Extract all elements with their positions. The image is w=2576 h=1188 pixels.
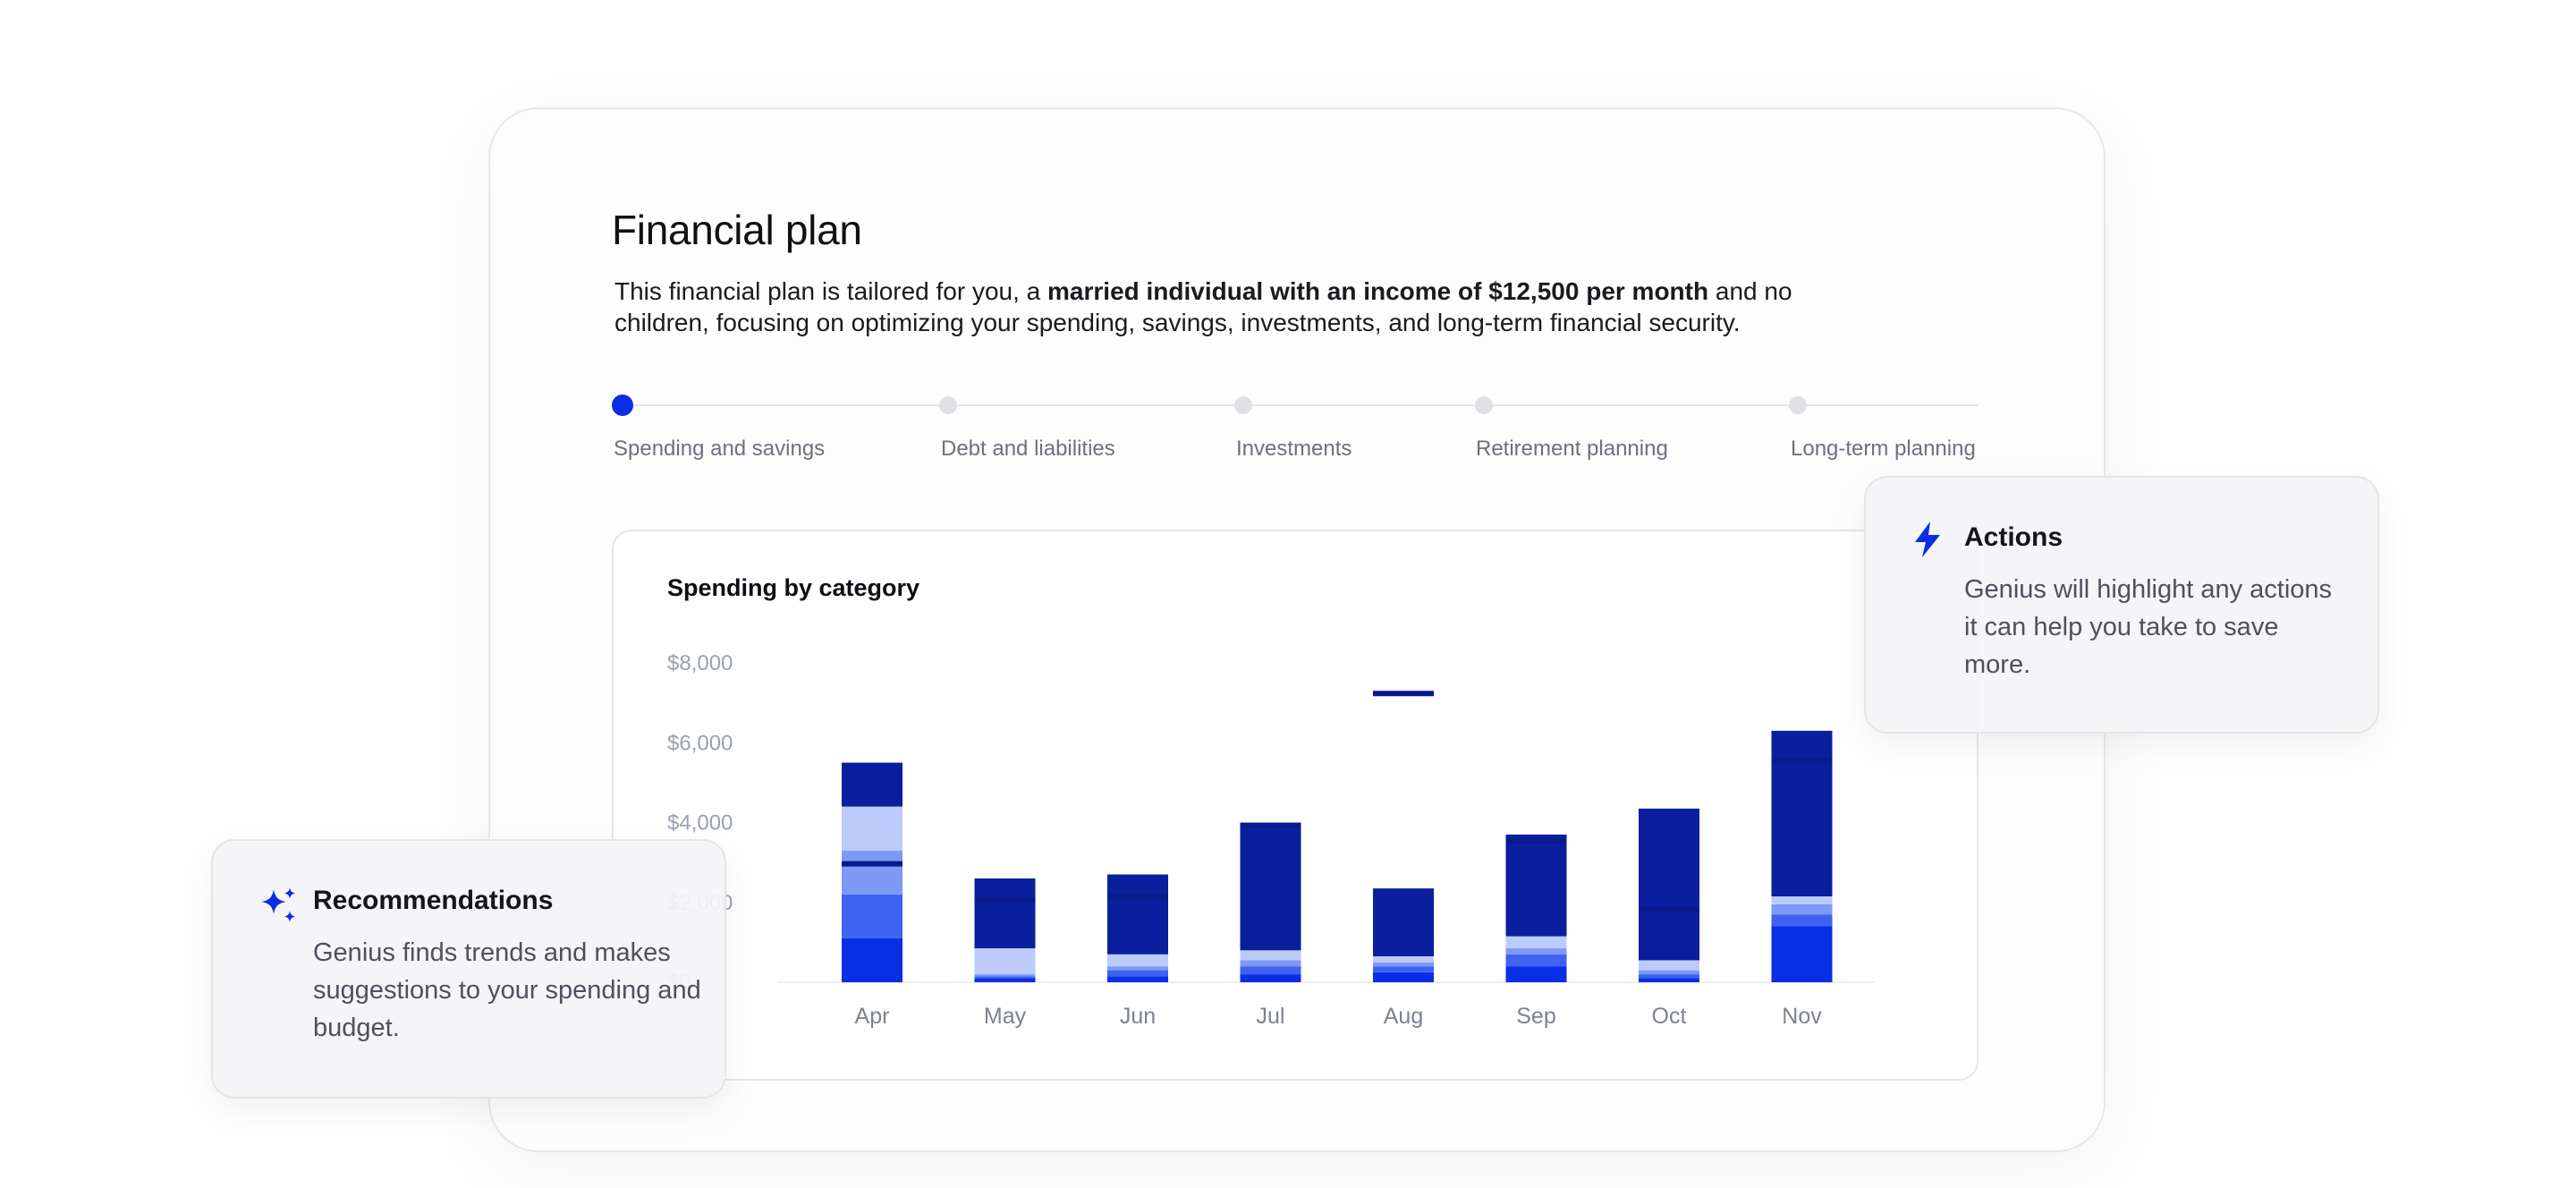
bar-segment-sep-2[interactable]: [1505, 948, 1567, 955]
bar-segment-sep-4[interactable]: [1505, 834, 1567, 937]
bar-segment-may-1[interactable]: [974, 976, 1036, 979]
bar-stripe-may: [974, 896, 1036, 903]
y-tick-label: $8,000: [667, 651, 733, 675]
bar-segment-jun-0[interactable]: [1107, 976, 1168, 982]
bar-segment-aug-2[interactable]: [1373, 962, 1434, 967]
bar-segment-oct-3[interactable]: [1639, 960, 1699, 971]
bar-segment-oct-1[interactable]: [1639, 974, 1699, 979]
bar-segment-aug-0[interactable]: [1373, 972, 1434, 982]
y-tick-label: $4,000: [667, 811, 733, 836]
bar-segment-may-4[interactable]: [974, 878, 1036, 949]
x-tick-label-sep: Sep: [1516, 1004, 1555, 1029]
x-tick-label-may: May: [984, 1004, 1027, 1029]
bar-stripe-apr: [842, 861, 902, 867]
x-tick-label-jun: Jun: [1120, 1004, 1156, 1029]
bar-stripe-aug: [1373, 691, 1434, 697]
bar-stripe-jul: [1240, 822, 1301, 828]
bar-segment-nov-3[interactable]: [1771, 896, 1833, 904]
bar-segment-aug-4[interactable]: [1373, 888, 1434, 956]
bar-segment-sep-3[interactable]: [1505, 936, 1567, 949]
bar-segment-may-0[interactable]: [974, 978, 1036, 982]
x-tick-label-aug: Aug: [1384, 1004, 1423, 1029]
bar-segment-sep-0[interactable]: [1505, 966, 1567, 982]
x-tick-label-nov: Nov: [1782, 1004, 1822, 1029]
lightning-bolt-icon: [1915, 522, 1940, 557]
bar-segment-jul-4[interactable]: [1240, 824, 1301, 951]
bar-segment-jul-2[interactable]: [1240, 960, 1301, 967]
bar-segment-jun-3[interactable]: [1107, 954, 1168, 967]
bar-segment-jun-2[interactable]: [1107, 966, 1168, 971]
bar-segment-jul-3[interactable]: [1240, 950, 1301, 961]
bar-segment-oct-4[interactable]: [1639, 808, 1699, 961]
bar-segment-sep-1[interactable]: [1505, 954, 1567, 967]
bar-segment-nov-1[interactable]: [1771, 914, 1833, 927]
x-tick-label-apr: Apr: [855, 1004, 890, 1029]
recommendations-tooltip: Recommendations Genius finds trends and …: [211, 839, 726, 1099]
bar-segment-jul-0[interactable]: [1240, 974, 1301, 982]
bar-segment-apr-1[interactable]: [842, 894, 902, 938]
bar-segment-nov-2[interactable]: [1771, 904, 1833, 915]
actions-tooltip: Actions Genius will highlight any action…: [1864, 476, 2379, 734]
bar-segment-aug-1[interactable]: [1373, 966, 1434, 972]
bar-segment-aug-3[interactable]: [1373, 955, 1434, 963]
sparkles-icon: [261, 887, 296, 922]
bar-segment-oct-2[interactable]: [1639, 970, 1699, 975]
bar-segment-nov-4[interactable]: [1771, 730, 1833, 897]
bar-segment-apr-3[interactable]: [842, 806, 902, 851]
x-tick-label-oct: Oct: [1652, 1004, 1687, 1029]
actions-title: Actions: [1964, 522, 2063, 552]
bar-stripe-jun: [1107, 894, 1168, 900]
bar-stripe-nov: [1771, 759, 1833, 765]
bar-segment-apr-2[interactable]: [842, 850, 902, 895]
bar-stripe-sep: [1505, 838, 1567, 844]
bar-segment-jun-4[interactable]: [1107, 874, 1168, 955]
bar-stripe-oct: [1639, 906, 1699, 912]
x-tick-label-jul: Jul: [1257, 1004, 1285, 1029]
bar-segment-oct-0[interactable]: [1639, 978, 1699, 982]
y-tick-label: $6,000: [667, 731, 733, 755]
bar-segment-may-2[interactable]: [974, 974, 1036, 977]
bar-segment-jul-1[interactable]: [1240, 966, 1301, 975]
bar-segment-apr-0[interactable]: [842, 938, 902, 982]
bar-segment-apr-4[interactable]: [842, 762, 902, 807]
recommendations-title: Recommendations: [313, 886, 554, 915]
actions-text: Genius will highlight any actions it can…: [1964, 575, 2333, 679]
bar-segment-may-3[interactable]: [974, 948, 1036, 975]
bar-segment-nov-0[interactable]: [1771, 926, 1833, 982]
recommendations-text: Genius finds trends and makes suggestion…: [313, 938, 701, 1042]
bar-segment-jun-1[interactable]: [1107, 970, 1168, 977]
